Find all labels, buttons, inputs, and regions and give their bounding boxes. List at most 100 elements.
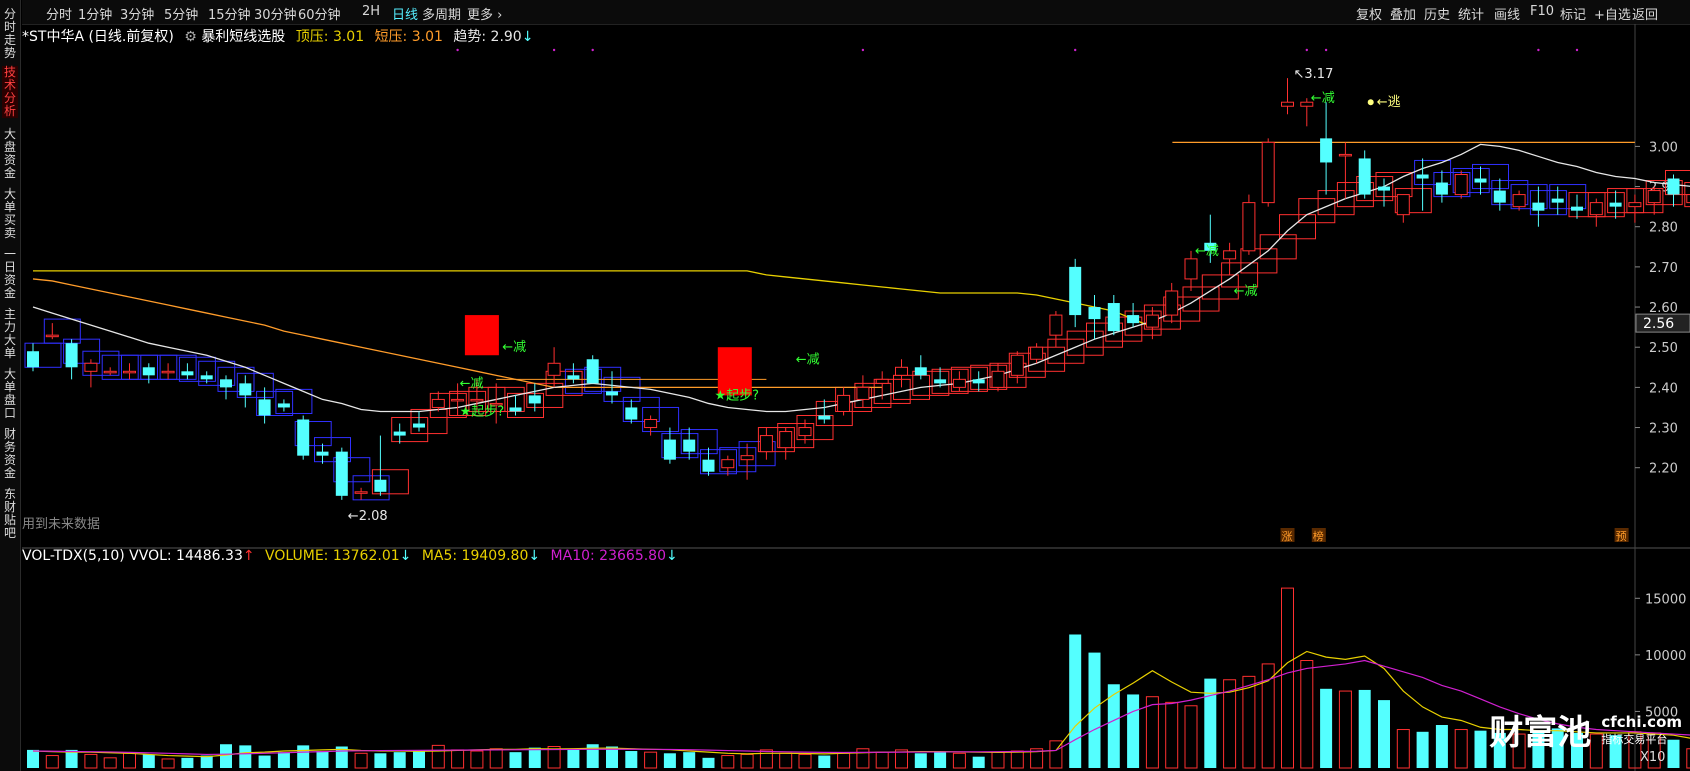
candlestick-chart[interactable]: 3.002.902.802.702.602.502.402.302.202.56… <box>0 0 1690 771</box>
candle-body <box>1532 202 1545 211</box>
volume-bar <box>451 749 465 769</box>
candle-body <box>451 398 465 402</box>
last-price-label: 2.56 <box>1643 316 1674 332</box>
badge-label: 预 <box>1616 530 1627 543</box>
volume-bar <box>200 755 213 768</box>
watermark-site: cfchi.com <box>1601 712 1682 731</box>
candle-body <box>1242 202 1256 252</box>
volume-bar <box>567 749 580 768</box>
volume-bar <box>123 752 136 769</box>
channel-box <box>1549 184 1587 210</box>
candle-body <box>721 459 735 469</box>
volume-bar <box>431 744 445 769</box>
volume-bar <box>818 755 831 768</box>
volume-bar <box>625 751 638 768</box>
candle-body <box>1667 178 1680 195</box>
candle-body <box>1069 266 1082 316</box>
candle-body <box>1435 182 1448 195</box>
candle-body <box>1609 202 1622 207</box>
candle-body <box>200 375 213 380</box>
candle-body <box>297 419 310 456</box>
channel-box <box>391 417 429 443</box>
candle-body <box>837 394 851 412</box>
candle-body <box>277 403 290 408</box>
candle-body <box>1358 158 1371 195</box>
volume-bar <box>297 745 310 768</box>
badge-label: 涨 <box>1282 530 1293 543</box>
volume-bar <box>220 744 232 768</box>
volume-bar <box>1300 660 1314 769</box>
volume-bar <box>779 752 793 769</box>
volume-bar <box>103 757 117 769</box>
candle-body <box>181 371 194 376</box>
volume-bar <box>1416 731 1429 768</box>
candle-body <box>335 451 348 496</box>
volume-bar <box>683 752 696 768</box>
candle-body <box>895 366 908 376</box>
candle-body <box>779 431 793 449</box>
volume-bar <box>1242 675 1256 769</box>
future-data-note: 用到未来数据 <box>22 517 100 532</box>
candle-body <box>759 435 773 453</box>
marker-dot <box>591 48 594 52</box>
volume-bar <box>1454 729 1468 769</box>
volume-bar <box>413 751 425 768</box>
volume-bar <box>1396 729 1410 769</box>
volume-bar <box>1474 730 1487 768</box>
candle-body <box>1145 314 1159 328</box>
candle-body <box>354 491 368 494</box>
candle-body <box>1474 178 1487 183</box>
volume-bar <box>1338 690 1352 769</box>
candle-body <box>1647 190 1661 204</box>
volume-bar <box>258 755 271 768</box>
escape-label: ←逃 <box>1377 95 1401 110</box>
candle-body <box>84 362 98 372</box>
candle-body <box>1010 354 1024 376</box>
volume-bar <box>1320 688 1333 768</box>
volume-bar <box>1069 634 1082 768</box>
volume-bar <box>45 755 59 769</box>
high-label: ↖3.17 <box>1294 67 1334 82</box>
candle-body <box>740 455 754 461</box>
candle-body <box>316 451 329 456</box>
volume-bar <box>181 757 194 768</box>
volume-bar <box>142 754 155 768</box>
y-tick-label: 2.70 <box>1649 261 1678 276</box>
volume-bar <box>875 751 889 769</box>
candle-body <box>1107 303 1120 332</box>
volume-bar <box>1010 750 1024 769</box>
candle-body <box>1493 190 1506 203</box>
candle-body <box>258 399 271 416</box>
y-tick-label: 2.80 <box>1649 221 1678 236</box>
candle-body <box>644 419 658 429</box>
badge-label: 榜 <box>1313 529 1324 543</box>
candle-body <box>798 427 812 437</box>
candle-body <box>586 359 599 384</box>
candle-body <box>1551 198 1564 203</box>
candle-body <box>952 378 966 388</box>
volume-bar <box>239 745 252 768</box>
volume-bar <box>393 752 406 768</box>
candle-body <box>528 395 541 404</box>
volume-bar <box>1184 705 1198 769</box>
start-label: ★起步? <box>460 404 505 419</box>
candle-body <box>431 398 445 408</box>
volume-bar <box>991 751 1005 769</box>
low-label: ←2.08 <box>348 509 388 524</box>
candle-body <box>393 431 406 436</box>
vol-tick-label: 15000 <box>1645 592 1686 607</box>
candle-body <box>1049 314 1063 336</box>
x10-label: X10 <box>1640 750 1666 765</box>
candle-body <box>1165 290 1179 316</box>
candle-body <box>1396 194 1410 216</box>
candle-body <box>972 379 985 384</box>
candle-body <box>625 407 638 420</box>
candle-body <box>606 391 618 396</box>
marker-dot <box>1324 48 1328 52</box>
candle-body <box>567 375 580 380</box>
candle-body <box>1589 202 1603 216</box>
channel-box <box>159 354 197 380</box>
volume-bar <box>509 752 522 768</box>
vol-tick-label: 10000 <box>1645 649 1686 664</box>
candle-body <box>27 351 39 368</box>
